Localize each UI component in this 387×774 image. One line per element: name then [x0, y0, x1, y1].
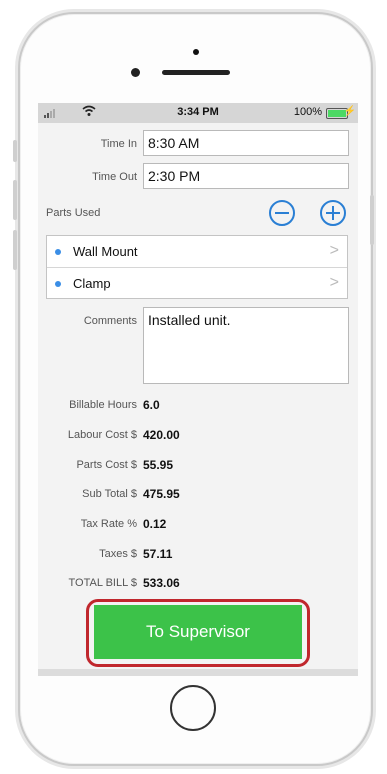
add-part-button[interactable]: [320, 200, 346, 226]
time-in-field[interactable]: 8:30 AM: [143, 130, 349, 156]
sub-total-label: Sub Total $: [82, 488, 137, 500]
home-button[interactable]: [170, 685, 216, 731]
sub-total-value: 475.95: [143, 487, 180, 501]
volume-up-button: [13, 180, 17, 220]
billable-hours-value: 6.0: [143, 398, 160, 412]
tax-rate-label: Tax Rate %: [80, 518, 137, 530]
remove-part-button[interactable]: [269, 200, 295, 226]
volume-down-button: [13, 230, 17, 270]
list-item[interactable]: Clamp >: [47, 267, 347, 299]
comments-field[interactable]: Installed unit.: [143, 307, 349, 384]
bolt-icon: ⚡: [343, 106, 356, 117]
time-out-label: Time Out: [92, 171, 137, 183]
list-item[interactable]: Wall Mount >: [47, 236, 347, 267]
parts-list: Wall Mount > Clamp >: [46, 235, 348, 299]
parts-cost-value: 55.95: [143, 458, 174, 472]
bullet-icon: [55, 281, 61, 287]
front-camera: [131, 68, 140, 77]
comments-label: Comments: [83, 315, 137, 327]
parts-used-label: Parts Used: [46, 207, 101, 219]
time-out-field[interactable]: 2:30 PM: [143, 163, 349, 189]
chevron-right-icon: >: [329, 274, 339, 291]
parts-cost-label: Parts Cost $: [76, 459, 137, 471]
chevron-right-icon: >: [329, 242, 339, 259]
taxes-value: 57.11: [143, 547, 173, 561]
total-bill-label: TOTAL BILL $: [68, 577, 137, 589]
proximity-sensor: [193, 49, 199, 55]
earpiece-speaker: [162, 70, 230, 75]
labour-cost-value: 420.00: [143, 428, 180, 442]
time-in-label: Time In: [100, 138, 137, 150]
app-screen: 3:34 PM 100% ⚡ Time In 8:30 AM Time Out …: [38, 103, 358, 676]
taxes-label: Taxes $: [99, 548, 137, 560]
bottom-strip: [38, 669, 358, 676]
status-bar: 3:34 PM 100% ⚡: [38, 103, 358, 123]
battery-percent: 100%: [293, 106, 322, 118]
tax-rate-value: 0.12: [143, 517, 167, 531]
part-label: Clamp: [73, 276, 111, 291]
bullet-icon: [55, 249, 61, 255]
power-button: [370, 195, 374, 245]
part-label: Wall Mount: [73, 244, 138, 259]
labour-cost-label: Labour Cost $: [67, 429, 137, 441]
mute-switch: [13, 140, 17, 162]
total-bill-value: 533.06: [143, 576, 180, 590]
to-supervisor-button[interactable]: To Supervisor: [94, 605, 302, 659]
billable-hours-label: Billable Hours: [69, 399, 137, 411]
